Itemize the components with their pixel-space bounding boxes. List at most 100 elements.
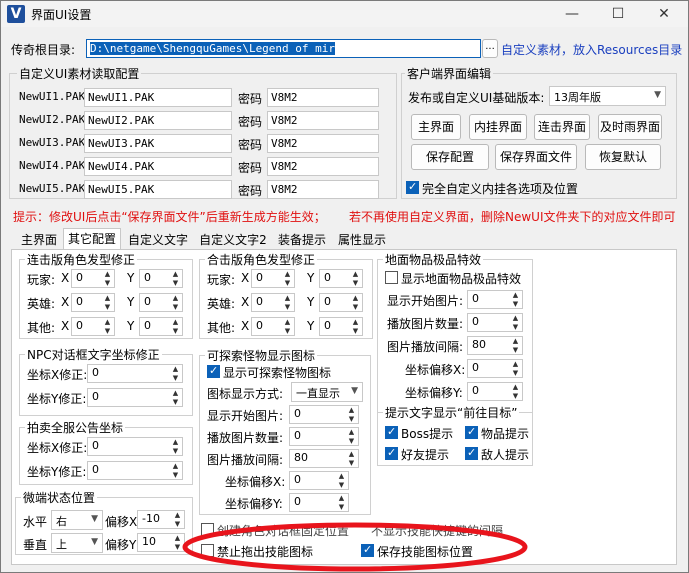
tab-equip-hint[interactable]: 装备提示 <box>273 231 331 249</box>
spin-down-icon[interactable]: ▼ <box>510 346 521 354</box>
target-checkbox[interactable] <box>465 425 478 439</box>
spin-up-icon[interactable]: ▲ <box>510 291 521 299</box>
minimize-button[interactable]: — <box>549 1 595 27</box>
password-input[interactable]: V8M2 <box>267 180 379 199</box>
x-stepper[interactable]: 0 ▲ ▼ <box>251 269 295 288</box>
tab-custom-text[interactable]: 自定义文字 <box>123 231 193 249</box>
tab-attr-display[interactable]: 属性显示 <box>333 231 391 249</box>
x-stepper[interactable]: 0 ▲ ▼ <box>71 317 115 336</box>
spin-down-icon[interactable]: ▼ <box>170 471 181 479</box>
spin-up-icon[interactable]: ▲ <box>102 294 113 302</box>
spin-down-icon[interactable]: ▼ <box>282 303 293 311</box>
spin-down-icon[interactable]: ▼ <box>170 398 181 406</box>
spin-up-icon[interactable]: ▲ <box>170 365 181 373</box>
spin-down-icon[interactable]: ▼ <box>350 327 361 335</box>
spin-down-icon[interactable]: ▼ <box>346 437 357 445</box>
pak-file-input[interactable]: NewUI1.PAK <box>84 88 232 107</box>
spin-down-icon[interactable]: ▼ <box>510 323 521 331</box>
y-stepper[interactable]: 0 ▲ ▼ <box>139 293 183 312</box>
spin-down-icon[interactable]: ▼ <box>510 392 521 400</box>
spin-up-icon[interactable]: ▲ <box>282 294 293 302</box>
spin-down-icon[interactable]: ▼ <box>102 279 113 287</box>
spin-up-icon[interactable]: ▲ <box>350 318 361 326</box>
mode-select[interactable]: 一直显示 ▼ <box>291 382 363 402</box>
ground-effect-checkbox[interactable] <box>385 271 398 284</box>
spin-up-icon[interactable]: ▲ <box>336 494 347 502</box>
close-button[interactable]: ✕ <box>641 1 687 27</box>
spin-up-icon[interactable]: ▲ <box>170 294 181 302</box>
spin-up-icon[interactable]: ▲ <box>346 406 357 414</box>
main-ui-button[interactable]: 主界面 <box>411 114 461 140</box>
tab-custom-text-2[interactable]: 自定义文字2 <box>195 231 271 249</box>
monster-stepper[interactable]: 0 ▲ ▼ <box>289 493 349 512</box>
v-select[interactable]: 上 ▼ <box>51 533 103 553</box>
spin-up-icon[interactable]: ▲ <box>350 270 361 278</box>
spin-down-icon[interactable]: ▼ <box>510 300 521 308</box>
spin-down-icon[interactable]: ▼ <box>282 327 293 335</box>
password-input[interactable]: V8M2 <box>267 134 379 153</box>
spin-up-icon[interactable]: ▲ <box>510 360 521 368</box>
monster-stepper[interactable]: 0 ▲ ▼ <box>289 471 349 490</box>
spin-up-icon[interactable]: ▲ <box>346 450 357 458</box>
spin-up-icon[interactable]: ▲ <box>172 511 183 519</box>
target-checkbox[interactable] <box>385 425 398 439</box>
monster-icon-checkbox[interactable] <box>207 364 220 378</box>
spin-up-icon[interactable]: ▲ <box>170 270 181 278</box>
spin-down-icon[interactable]: ▼ <box>336 481 347 489</box>
spin-down-icon[interactable]: ▼ <box>282 279 293 287</box>
y-stepper[interactable]: 0 ▲ ▼ <box>139 317 183 336</box>
spin-down-icon[interactable]: ▼ <box>170 447 181 455</box>
pak-file-input[interactable]: NewUI2.PAK <box>84 111 232 130</box>
browse-button[interactable]: ... <box>482 39 498 58</box>
x-stepper[interactable]: 0 ▲ ▼ <box>71 269 115 288</box>
spin-down-icon[interactable]: ▼ <box>102 303 113 311</box>
root-dir-input[interactable]: D:\netgame\ShengquGames\Legend of mir <box>86 39 481 58</box>
y-stepper[interactable]: 0 ▲ ▼ <box>319 269 363 288</box>
x-stepper[interactable]: 0 ▲ ▼ <box>251 317 295 336</box>
ground-stepper[interactable]: 0 ▲ ▼ <box>467 313 523 332</box>
password-input[interactable]: V8M2 <box>267 157 379 176</box>
spin-down-icon[interactable]: ▼ <box>102 327 113 335</box>
combo-ui-button[interactable]: 连击界面 <box>534 114 590 140</box>
y-stepper[interactable]: 0 ▲ ▼ <box>139 269 183 288</box>
restore-default-button[interactable]: 恢复默认 <box>585 144 661 170</box>
spin-down-icon[interactable]: ▼ <box>350 303 361 311</box>
save-config-button[interactable]: 保存配置 <box>411 144 489 170</box>
tab-main-ui[interactable]: 主界面 <box>15 231 63 249</box>
rain-ui-button[interactable]: 及时雨界面 <box>598 114 662 140</box>
auction-stepper[interactable]: 0 ▲ ▼ <box>87 437 183 456</box>
auction-stepper[interactable]: 0 ▲ ▼ <box>87 461 183 480</box>
version-select[interactable]: 13周年版 ▼ <box>549 86 666 106</box>
monster-stepper[interactable]: 0 ▲ ▼ <box>289 427 359 446</box>
spin-up-icon[interactable]: ▲ <box>510 337 521 345</box>
hx-stepper[interactable]: -10 ▲ ▼ <box>137 510 185 529</box>
spin-up-icon[interactable]: ▲ <box>346 428 357 436</box>
vy-stepper[interactable]: 10 ▲ ▼ <box>137 533 185 552</box>
spin-down-icon[interactable]: ▼ <box>510 369 521 377</box>
spin-up-icon[interactable]: ▲ <box>350 294 361 302</box>
ground-stepper[interactable]: 0 ▲ ▼ <box>467 359 523 378</box>
spin-up-icon[interactable]: ▲ <box>102 318 113 326</box>
h-select[interactable]: 右 ▼ <box>51 510 103 530</box>
ground-stepper[interactable]: 80 ▲ ▼ <box>467 336 523 355</box>
pak-file-input[interactable]: NewUI4.PAK <box>84 157 232 176</box>
spin-down-icon[interactable]: ▼ <box>346 415 357 423</box>
spin-up-icon[interactable]: ▲ <box>170 318 181 326</box>
maximize-button[interactable]: ☐ <box>595 1 641 27</box>
spin-up-icon[interactable]: ▲ <box>336 472 347 480</box>
assist-ui-button[interactable]: 内挂界面 <box>469 114 527 140</box>
spin-down-icon[interactable]: ▼ <box>336 503 347 511</box>
spin-up-icon[interactable]: ▲ <box>282 270 293 278</box>
ground-stepper[interactable]: 0 ▲ ▼ <box>467 382 523 401</box>
y-stepper[interactable]: 0 ▲ ▼ <box>319 293 363 312</box>
password-input[interactable]: V8M2 <box>267 111 379 130</box>
monster-stepper[interactable]: 0 ▲ ▼ <box>289 405 359 424</box>
pak-file-input[interactable]: NewUI3.PAK <box>84 134 232 153</box>
spin-down-icon[interactable]: ▼ <box>346 459 357 467</box>
spin-down-icon[interactable]: ▼ <box>350 279 361 287</box>
spin-down-icon[interactable]: ▼ <box>170 279 181 287</box>
password-input[interactable]: V8M2 <box>267 88 379 107</box>
save-ui-file-button[interactable]: 保存界面文件 <box>495 144 577 170</box>
spin-up-icon[interactable]: ▲ <box>510 314 521 322</box>
spin-up-icon[interactable]: ▲ <box>510 383 521 391</box>
